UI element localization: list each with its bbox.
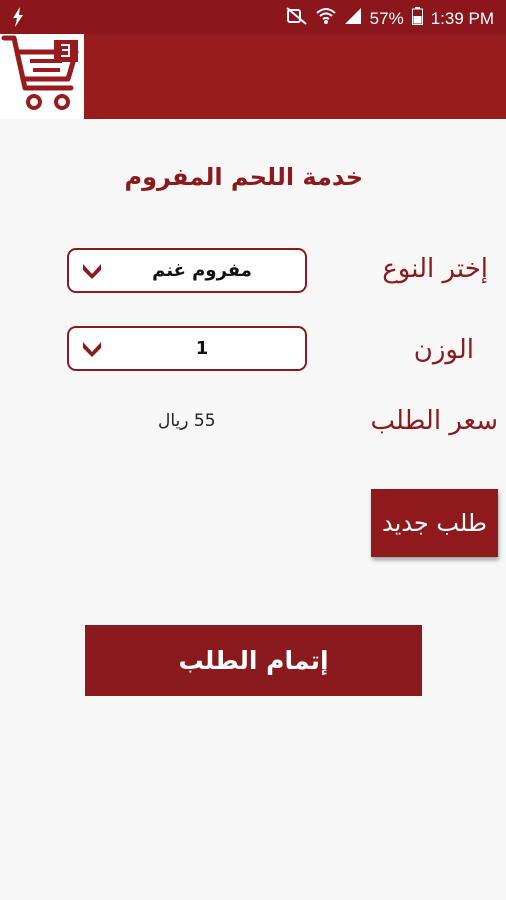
new-order-button[interactable]: طلب جديد [371,489,498,557]
battery-percent: 57% [369,8,404,28]
page-title: خدمة اللحم المفروم [124,163,363,191]
flash-icon [12,7,24,31]
status-bar: 57% 1:39 PM [0,0,506,34]
app-bar [0,34,506,119]
weight-select[interactable]: 1 [67,326,307,371]
complete-order-button[interactable]: إتمام الطلب [85,625,422,696]
type-label: إختر النوع [382,254,488,284]
cart-button[interactable] [0,34,84,119]
price-value: 55 ريال [158,411,216,431]
chevron-down-icon [81,340,103,362]
type-select-value: مفروم غنم [152,260,252,281]
battery-icon [411,7,423,30]
mute-icon [286,7,308,30]
type-select[interactable]: مفروم غنم [67,248,307,293]
clock: 1:39 PM [430,8,494,28]
price-label: سعر الطلب [370,406,498,436]
cart-icon [0,35,84,123]
weight-label: الوزن [413,335,474,365]
chevron-down-icon [81,262,103,284]
wifi-icon [315,7,336,30]
signal-icon [344,7,362,30]
weight-select-value: 1 [195,338,209,359]
